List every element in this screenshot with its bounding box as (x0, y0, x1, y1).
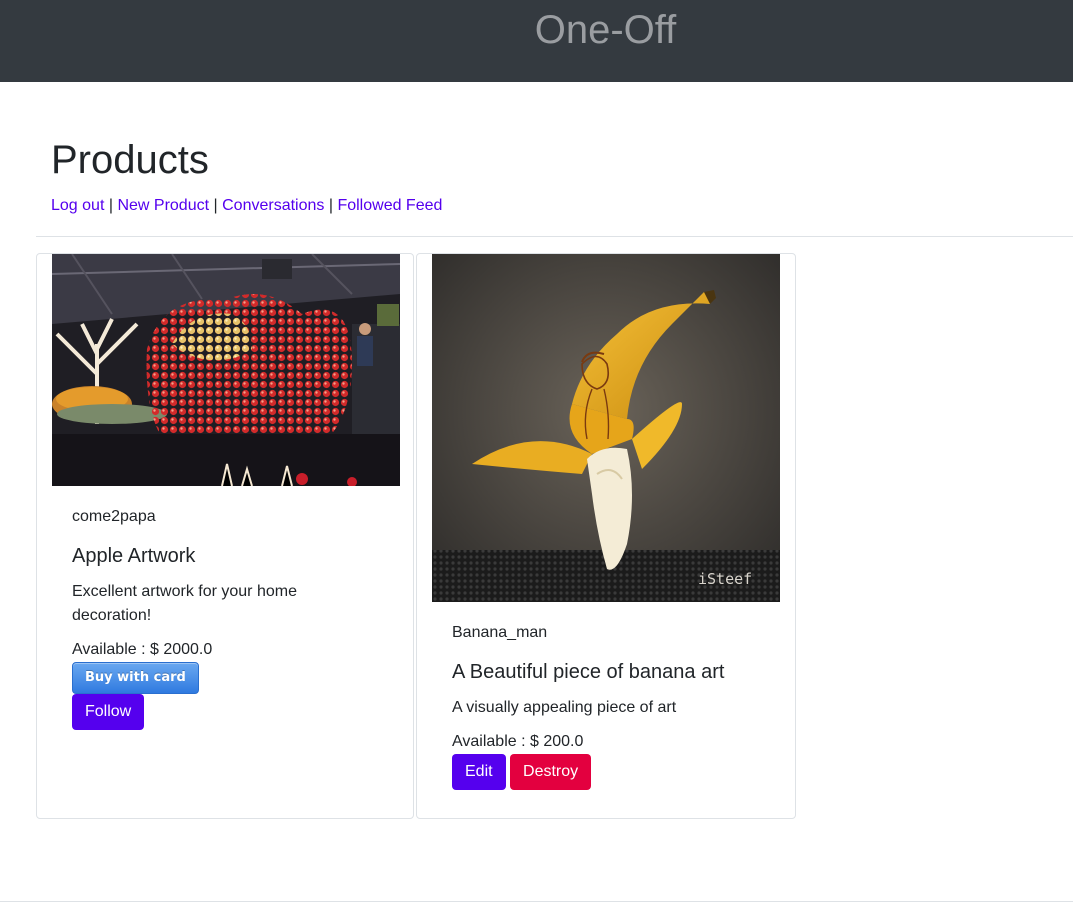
product-description: Excellent artwork for your home decorati… (72, 583, 297, 624)
product-description: A visually appealing piece of art (452, 699, 677, 716)
destroy-button[interactable]: Destroy (510, 754, 592, 790)
edit-button[interactable]: Edit (452, 754, 506, 790)
logout-link[interactable]: Log out (51, 197, 104, 214)
seller-name[interactable]: come2papa (72, 507, 372, 527)
product-card-body: come2papa Apple Artwork Excellent artwor… (72, 507, 372, 730)
product-title[interactable]: A Beautiful piece of banana art (452, 660, 752, 684)
product-card: iSteef Banana_man A Beautiful piece of b… (416, 253, 796, 819)
conversations-link[interactable]: Conversations (222, 197, 324, 214)
divider (36, 236, 1073, 237)
apple-artwork-photo (52, 254, 400, 486)
page-title: Products (51, 138, 209, 182)
product-card-body: Banana_man A Beautiful piece of banana a… (452, 623, 752, 790)
followed-feed-link[interactable]: Followed Feed (337, 197, 442, 214)
top-navbar: One-Off (0, 0, 1073, 82)
product-availability: Available : $ 200.0 (452, 733, 584, 750)
nav-separator: | (328, 197, 333, 214)
product-title[interactable]: Apple Artwork (72, 544, 372, 568)
seller-name[interactable]: Banana_man (452, 623, 752, 643)
buy-button-wrap: Buy with card (72, 662, 372, 694)
brand-title[interactable]: One-Off (0, 8, 1073, 52)
follow-button-wrap: Follow (72, 694, 372, 730)
banana-art-photo: iSteef (432, 254, 780, 602)
page-nav: Log out | New Product | Conversations | … (51, 196, 442, 216)
follow-button[interactable]: Follow (72, 694, 145, 730)
new-product-link[interactable]: New Product (117, 197, 209, 214)
product-availability: Available : $ 2000.0 (72, 641, 213, 658)
nav-separator: | (213, 197, 218, 214)
watermark-text: iSteef (698, 570, 752, 588)
product-card: come2papa Apple Artwork Excellent artwor… (36, 253, 414, 819)
nav-separator: | (108, 197, 113, 214)
owner-actions: Edit Destroy (452, 754, 752, 790)
buy-with-card-button[interactable]: Buy with card (72, 662, 199, 694)
